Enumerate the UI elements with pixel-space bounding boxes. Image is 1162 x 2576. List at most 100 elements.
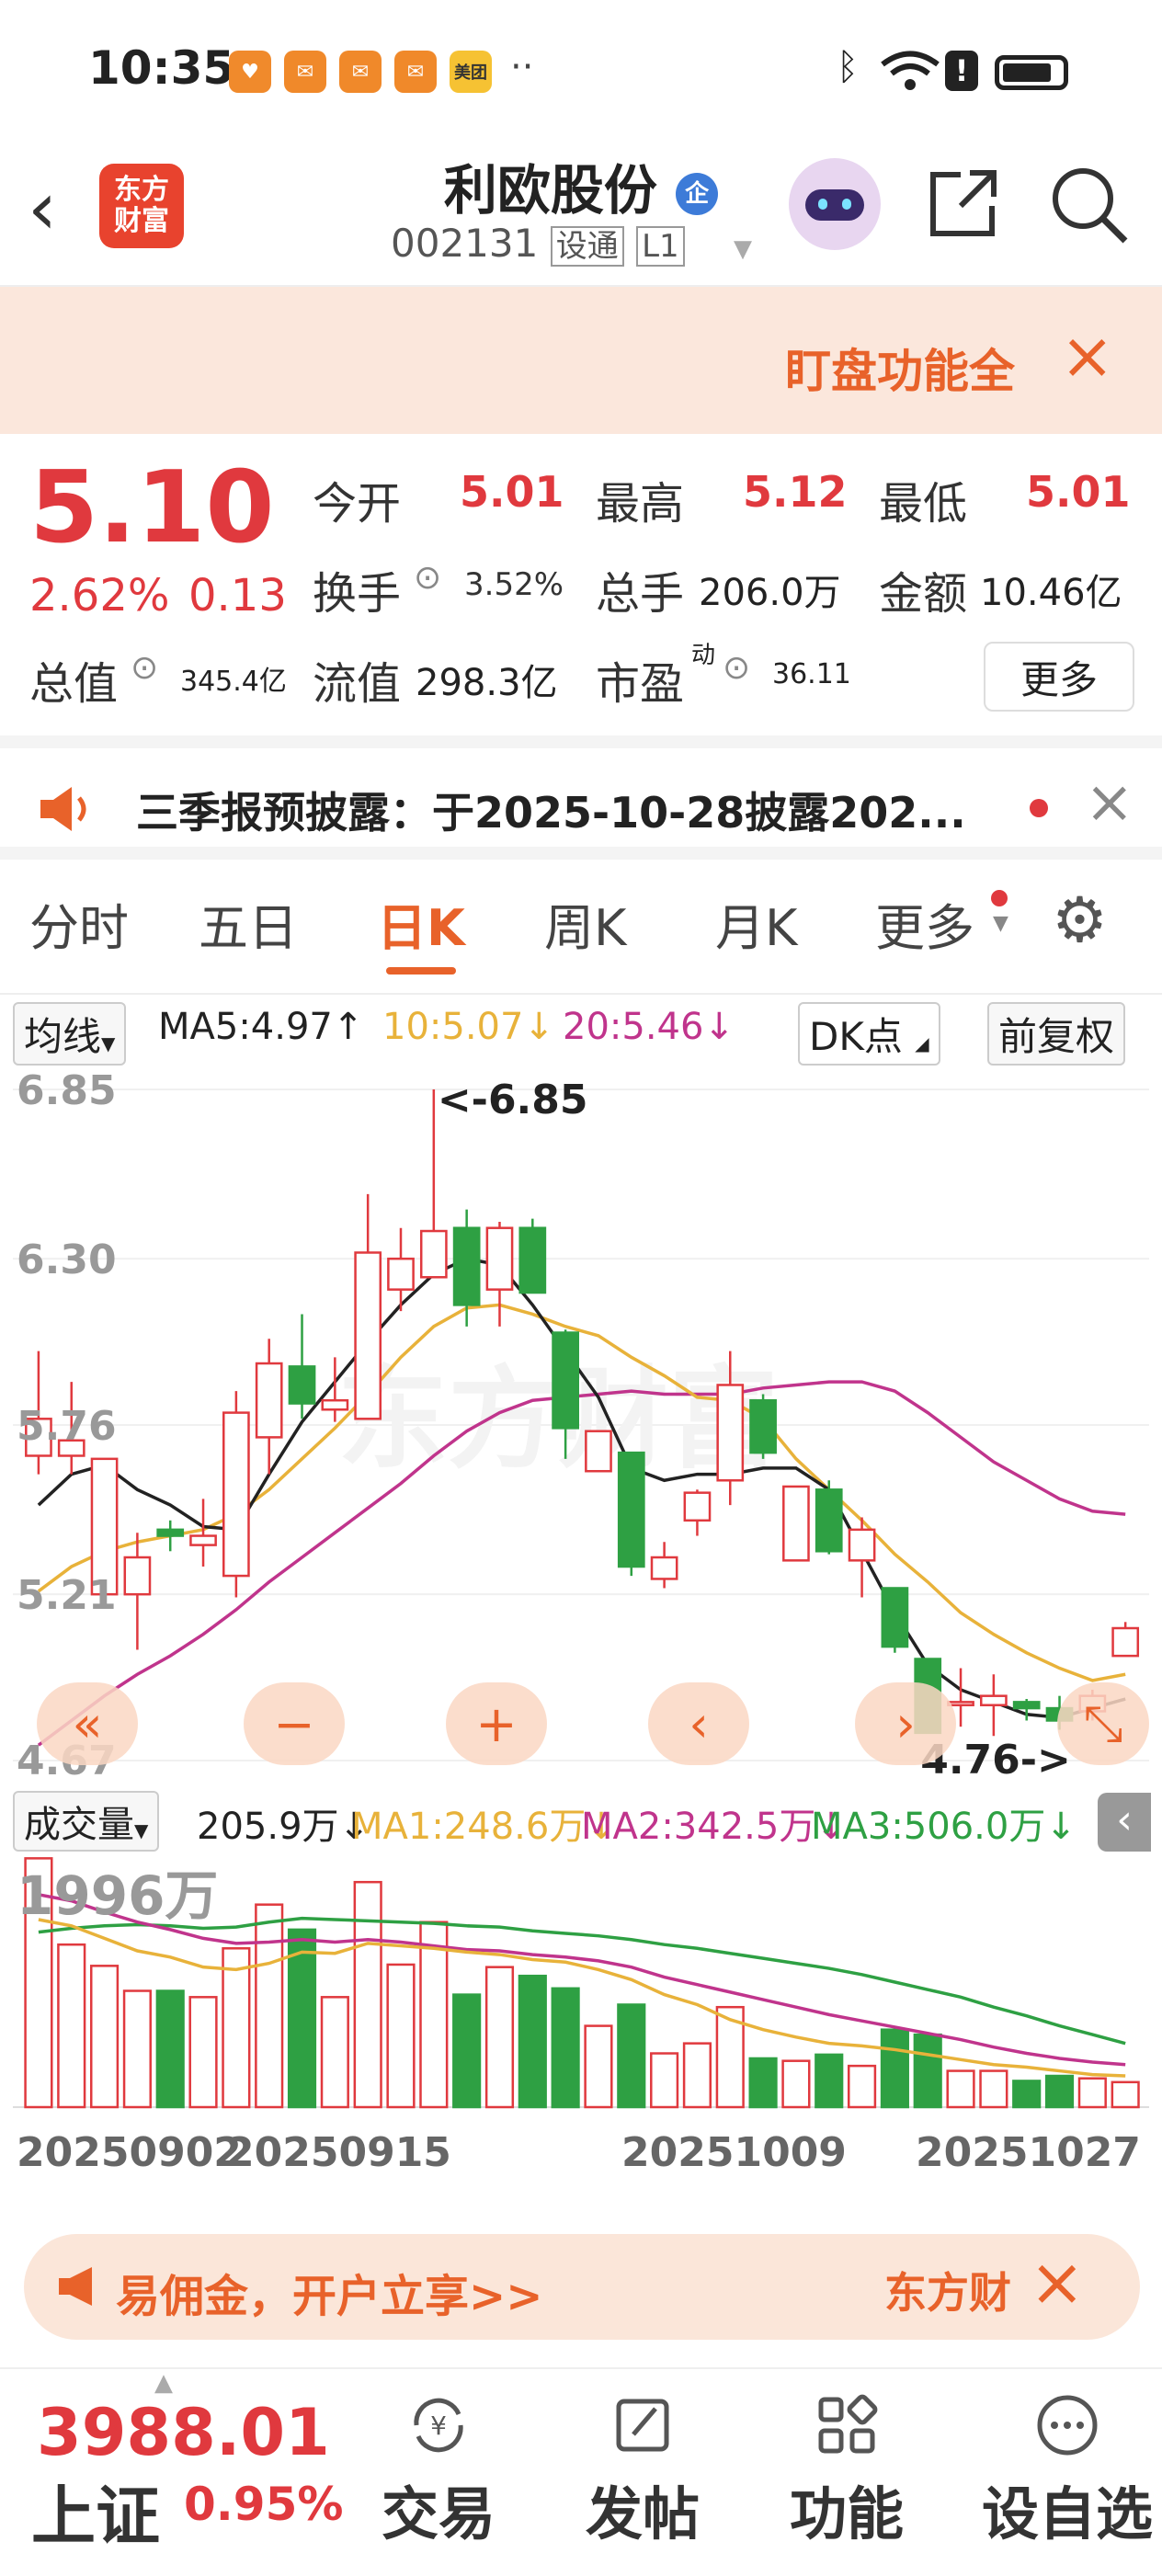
candle-body — [222, 1411, 250, 1578]
notice-bar[interactable]: 三季报预披露：于2025-10-28披露202... × — [0, 735, 1162, 860]
index-name[interactable]: 上证 — [31, 2465, 160, 2558]
ad-text: 易佣金，开户立享>> — [116, 2271, 543, 2322]
volume-bar — [57, 1943, 86, 2109]
stock-code-row: 002131 设通 L1 ▼ — [391, 221, 752, 267]
candle-body — [683, 1491, 712, 1522]
chevron-down-icon[interactable]: ▼ — [734, 235, 752, 263]
index-value[interactable]: 3988.01 — [37, 2395, 330, 2470]
pe-value: 36.11 — [772, 658, 851, 690]
search-icon[interactable] — [1048, 164, 1131, 246]
tab-monthly-k[interactable]: 月K — [715, 887, 797, 960]
battery-icon — [995, 55, 1068, 90]
close-icon[interactable]: × — [1030, 2243, 1085, 2320]
active-tab-indicator — [386, 967, 456, 975]
volume-bar — [155, 1989, 185, 2109]
volume-bar — [1111, 2080, 1140, 2109]
candle-body — [123, 1556, 152, 1596]
grid-icon — [818, 2394, 878, 2454]
volume-bar — [815, 2053, 844, 2109]
pe-label: 市盈 — [596, 658, 685, 710]
nav-post-label: 发帖 — [585, 2480, 700, 2548]
robot-avatar-icon[interactable] — [789, 158, 881, 250]
ad-bar[interactable]: 易佣金，开户立享>> 东方财 × — [24, 2234, 1140, 2340]
nav-trade[interactable]: ¥ 交易 — [360, 2392, 517, 2550]
banner-text: 盯盘功能全 — [785, 345, 1015, 398]
info-icon[interactable]: ⊙ — [414, 559, 441, 597]
tab-daily-k[interactable]: 日K — [377, 887, 465, 960]
volume-bar — [748, 2057, 778, 2109]
dk-label: DK点 — [809, 1014, 903, 1059]
vol-ma1: MA1:248.6万↓ — [351, 1806, 617, 1848]
tab-weekly-k[interactable]: 周K — [544, 887, 626, 960]
adjust-button[interactable]: 前复权 — [987, 1002, 1126, 1066]
ma20-value: 20:5.46↓ — [563, 1006, 735, 1048]
volume-value: 206.0万 — [699, 572, 841, 614]
volume-value: 205.9万↓ — [197, 1806, 370, 1848]
candle-body — [881, 1587, 909, 1648]
pe-sup: 动 — [691, 642, 716, 669]
volume-chart[interactable]: 1996万 2025090220250915 20251009 20251027 — [13, 1857, 1149, 2188]
volume-bar — [89, 1965, 120, 2109]
nav-trade-label: 交易 — [381, 2480, 496, 2548]
volume-selector[interactable]: 成交量▼ — [13, 1791, 160, 1852]
more-notifications-icon: ·· — [510, 46, 534, 88]
prev-icon[interactable]: ‹ — [648, 1682, 749, 1765]
candle-body — [288, 1365, 316, 1405]
close-icon[interactable]: × — [1085, 769, 1134, 837]
volume-bar — [584, 2024, 613, 2109]
zoom-out-icon[interactable]: − — [244, 1682, 345, 1765]
candle-body — [387, 1257, 415, 1291]
candle-body — [1012, 1701, 1041, 1710]
ma-selector[interactable]: 均线▼ — [13, 1002, 127, 1066]
candle-body — [585, 1430, 612, 1473]
nav-functions[interactable]: 功能 — [769, 2392, 925, 2550]
info-icon[interactable]: ⊙ — [131, 649, 158, 687]
next-icon[interactable]: › — [855, 1682, 956, 1765]
zoom-in-icon[interactable]: + — [446, 1682, 547, 1765]
current-price: 5.10 — [29, 450, 275, 565]
candle-body — [716, 1384, 745, 1482]
volume-bar — [222, 1947, 251, 2109]
settings-gear-icon[interactable]: ⚙ — [1052, 884, 1108, 957]
change-amount: 0.13 — [188, 570, 287, 621]
tab-more[interactable]: 更多 — [875, 887, 974, 960]
candle-body — [189, 1534, 217, 1546]
rewind-icon[interactable]: « — [37, 1682, 138, 1765]
volume-bar — [122, 1989, 152, 2109]
fullscreen-icon[interactable]: ⤡ — [1057, 1682, 1149, 1765]
trade-yen-icon: ¥ — [414, 2398, 463, 2453]
close-icon[interactable]: × — [1060, 318, 1114, 393]
volume-indicator-row: 成交量▼ 205.9万↓ MA1:248.6万↓ MA2:342.5万↓ MA3… — [0, 1784, 1162, 1857]
tab-intraday[interactable]: 分时 — [29, 887, 129, 960]
collapse-panel-icon[interactable]: ‹ — [1098, 1793, 1151, 1852]
candle-body — [650, 1556, 678, 1580]
nav-post[interactable]: 发帖 — [564, 2392, 721, 2550]
notice-text: 三季报预披露：于2025-10-28披露202... — [136, 788, 966, 838]
volume-bar — [880, 2028, 909, 2109]
share-icon[interactable] — [924, 164, 1003, 243]
y-tick-label: 6.85 — [17, 1067, 117, 1114]
kline-chart[interactable]: 东方财富6.856.305.765.214.67<-6.854.76-> — [13, 1062, 1149, 1779]
vol-ma3: MA3:506.0万↓ — [811, 1806, 1077, 1848]
envelope-icon: ✉ — [284, 51, 326, 93]
more-button[interactable]: 更多 — [984, 642, 1134, 712]
y-tick-label: 5.76 — [17, 1403, 117, 1450]
volume-bar — [484, 1966, 515, 2109]
promo-banner[interactable]: 盯盘功能全 × — [0, 287, 1162, 434]
volume-bar — [847, 2064, 877, 2109]
candle-body — [518, 1226, 547, 1294]
dk-point-button[interactable]: DK点 ◢ — [798, 1002, 940, 1066]
index-percent[interactable]: 0.95% — [184, 2478, 343, 2531]
nav-watchlist[interactable]: 设自选 — [980, 2392, 1155, 2550]
candle-body — [321, 1398, 349, 1411]
candle-body — [848, 1528, 876, 1562]
tab-five-day[interactable]: 五日 — [199, 887, 298, 960]
stock-name-text: 利欧股份 — [443, 159, 657, 222]
candle-body — [419, 1229, 448, 1279]
chat-dots-icon — [1037, 2395, 1098, 2456]
info-icon[interactable]: ⊙ — [723, 649, 750, 687]
ma10-value: 10:5.07↓ — [382, 1006, 554, 1048]
float-label: 流值 — [313, 658, 402, 710]
ma-indicator-row: 均线▼ MA5:4.97↑ 10:5.07↓ 20:5.46↓ DK点 ◢ 前复… — [0, 993, 1162, 1066]
stock-header: ‹ 东方 财富 利欧股份 企 002131 设通 L1 ▼ — [0, 138, 1162, 287]
